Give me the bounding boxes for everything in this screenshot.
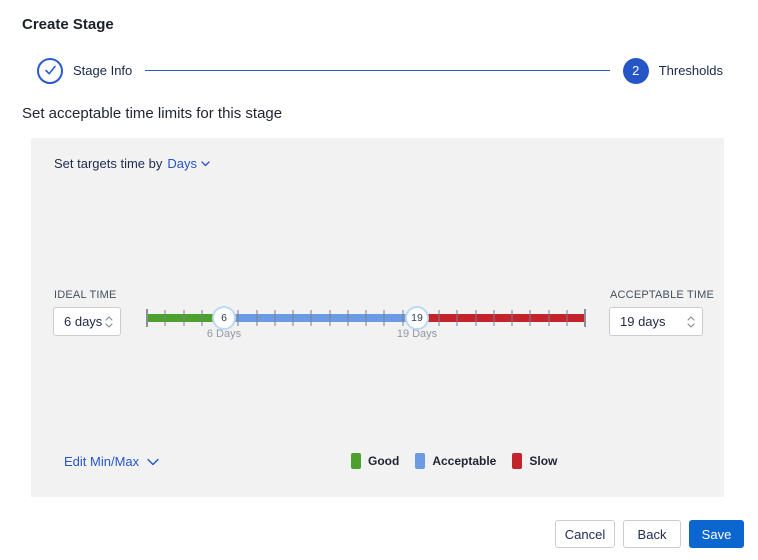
slider-handle-max[interactable]: 19: [405, 306, 429, 330]
targets-label: Set targets time by: [54, 156, 163, 171]
acceptable-time-stepper[interactable]: [687, 308, 695, 335]
save-button[interactable]: Save: [689, 520, 744, 548]
create-stage-dialog: Create Stage Stage Info 2 Thresholds Set…: [0, 0, 758, 560]
stepper-down-icon: [105, 322, 113, 328]
ideal-time-label: IDEAL TIME: [54, 289, 117, 301]
legend-item-acceptable: Acceptable: [415, 453, 496, 469]
stepper-down-icon: [687, 322, 695, 328]
good-swatch: [351, 453, 361, 469]
legend-slow-label: Slow: [529, 454, 558, 468]
slider-segment-slow: [417, 314, 585, 322]
slider-segment-acceptable: [224, 314, 417, 322]
targets-row: Set targets time by Days: [54, 156, 210, 171]
stepper-connector-line: [145, 69, 610, 72]
acceptable-time-label: ACCEPTABLE TIME: [610, 289, 715, 301]
legend-item-slow: Slow: [512, 453, 557, 469]
step-thresholds[interactable]: 2 Thresholds: [622, 57, 723, 84]
step-complete-circle: [37, 57, 63, 84]
acceptable-swatch: [415, 453, 426, 469]
slow-swatch: [512, 453, 523, 469]
slider-handle-min[interactable]: 6: [212, 306, 236, 330]
legend-item-good: Good: [351, 453, 399, 469]
page-title: Create Stage: [22, 16, 114, 33]
time-range-slider: 6 19 6 Days 19 Days: [146, 306, 586, 340]
chevron-down-icon: [201, 160, 210, 166]
legend-good-label: Good: [368, 454, 400, 468]
ideal-time-value: 6 days: [64, 314, 103, 329]
stepper-up-icon: [105, 315, 113, 321]
chevron-down-icon: [147, 458, 159, 465]
step-number-badge: 2: [622, 57, 649, 84]
slider-handle-min-value: 6: [221, 312, 227, 324]
ideal-time-input[interactable]: 6 days: [53, 307, 121, 336]
cancel-button[interactable]: Cancel: [555, 520, 615, 548]
step-thresholds-label: Thresholds: [658, 63, 723, 78]
back-button[interactable]: Back: [623, 520, 681, 548]
time-unit-dropdown[interactable]: Days: [167, 156, 210, 171]
step-stage-info-label: Stage Info: [73, 63, 133, 78]
stepper-up-icon: [687, 315, 695, 321]
acceptable-time-value: 19 days: [620, 314, 666, 329]
dialog-footer: Cancel Back Save: [555, 520, 744, 548]
slider-handle-max-value: 19: [411, 312, 423, 324]
acceptable-time-input[interactable]: 19 days: [609, 307, 703, 336]
time-unit-value: Days: [167, 156, 198, 171]
thresholds-panel: Set targets time by Days IDEAL TIME 6 da…: [31, 138, 724, 497]
section-heading: Set acceptable time limits for this stag…: [22, 105, 283, 122]
edit-minmax-label: Edit Min/Max: [64, 454, 140, 469]
ideal-time-stepper[interactable]: [105, 308, 113, 335]
edit-minmax-toggle[interactable]: Edit Min/Max: [64, 454, 159, 469]
check-icon: [44, 65, 56, 75]
step-stage-info[interactable]: Stage Info: [37, 57, 133, 84]
stepper: Stage Info 2 Thresholds: [37, 57, 723, 84]
legend-acceptable-label: Acceptable: [432, 454, 497, 468]
slider-legend: Good Acceptable Slow: [351, 453, 557, 469]
